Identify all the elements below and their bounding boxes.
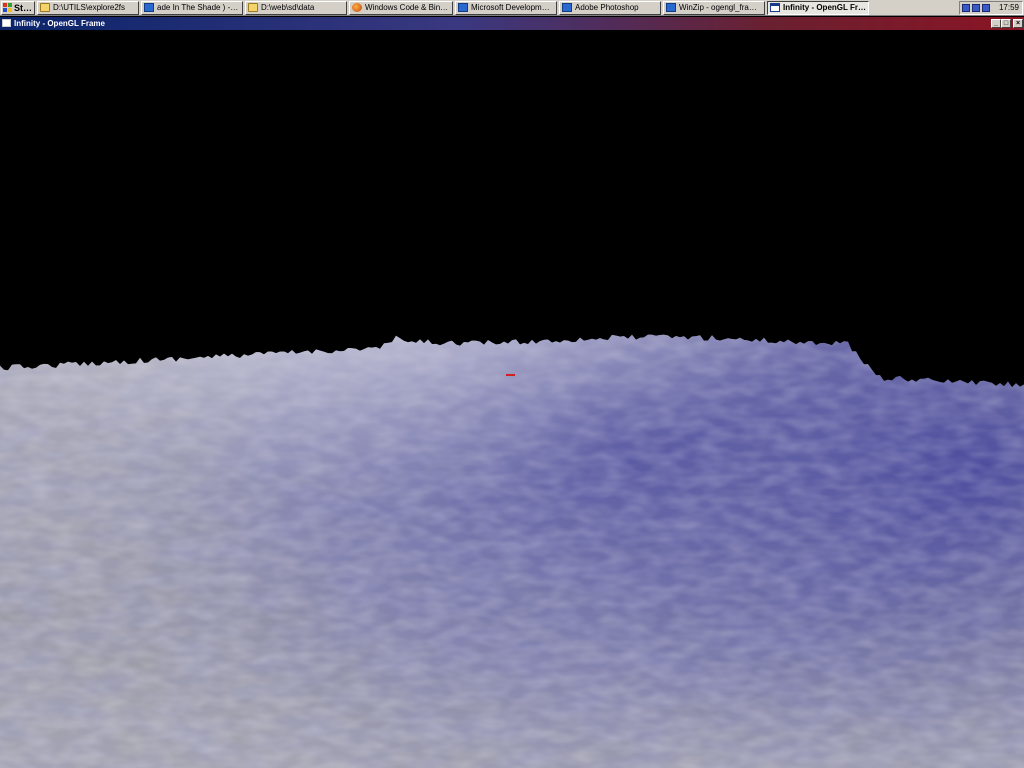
folder-icon: [248, 3, 258, 12]
red-marker: [506, 374, 515, 376]
app-icon: [666, 3, 676, 12]
taskbar-button-web-data[interactable]: D:\web\sd\data: [245, 1, 347, 15]
taskbar: Start D:\UTILS\explore2fs ade In The Sha…: [0, 0, 1024, 16]
system-tray: 17:59: [959, 1, 1023, 15]
browser-icon: [352, 3, 362, 12]
network-icon[interactable]: [962, 4, 970, 12]
taskbar-button-label: WinZip - ogengl_frame_...: [679, 3, 765, 12]
taskbar-button-windows-code[interactable]: Windows Code & Binarie...: [349, 1, 453, 15]
start-button[interactable]: Start: [1, 1, 35, 15]
taskbar-button-winzip[interactable]: WinZip - ogengl_frame_...: [663, 1, 765, 15]
taskbar-button-label: Microsoft Development E...: [471, 3, 556, 12]
taskbar-button-label: Windows Code & Binarie...: [365, 3, 453, 12]
window-title: Infinity - OpenGL Frame: [14, 19, 105, 28]
taskbar-button-label: Infinity - OpenGL Fra...: [783, 3, 869, 12]
start-label: Start: [14, 3, 35, 13]
taskbar-button-infinity[interactable]: Infinity - OpenGL Fra...: [767, 1, 869, 15]
taskbar-button-explore2fs[interactable]: D:\UTILS\explore2fs: [37, 1, 139, 15]
app-icon: [458, 3, 468, 12]
window-titlebar[interactable]: Infinity - OpenGL Frame _ □ ×: [0, 17, 1024, 30]
clock[interactable]: 17:59: [999, 2, 1019, 14]
taskbar-button-dev-env[interactable]: Microsoft Development E...: [455, 1, 557, 15]
taskbar-button-label: Adobe Photoshop: [575, 3, 639, 12]
window-icon[interactable]: [2, 19, 11, 27]
window-icon: [770, 3, 780, 12]
taskbar-button-bitcomet[interactable]: ade In The Shade ) - Bitc...: [141, 1, 243, 15]
network-icon[interactable]: [972, 4, 980, 12]
terrain-render: [0, 30, 1024, 768]
network-icon[interactable]: [982, 4, 990, 12]
taskbar-button-photoshop[interactable]: Adobe Photoshop: [559, 1, 661, 15]
taskbar-button-label: D:\UTILS\explore2fs: [53, 3, 126, 12]
windows-logo-icon: [3, 3, 12, 12]
taskbar-button-label: ade In The Shade ) - Bitc...: [157, 3, 243, 12]
app-icon: [562, 3, 572, 12]
maximize-button[interactable]: □: [1001, 19, 1011, 28]
app-icon: [144, 3, 154, 12]
folder-icon: [40, 3, 50, 12]
taskbar-button-label: D:\web\sd\data: [261, 3, 315, 12]
close-button[interactable]: ×: [1013, 19, 1023, 28]
opengl-viewport[interactable]: [0, 30, 1024, 768]
minimize-button[interactable]: _: [991, 19, 1001, 28]
